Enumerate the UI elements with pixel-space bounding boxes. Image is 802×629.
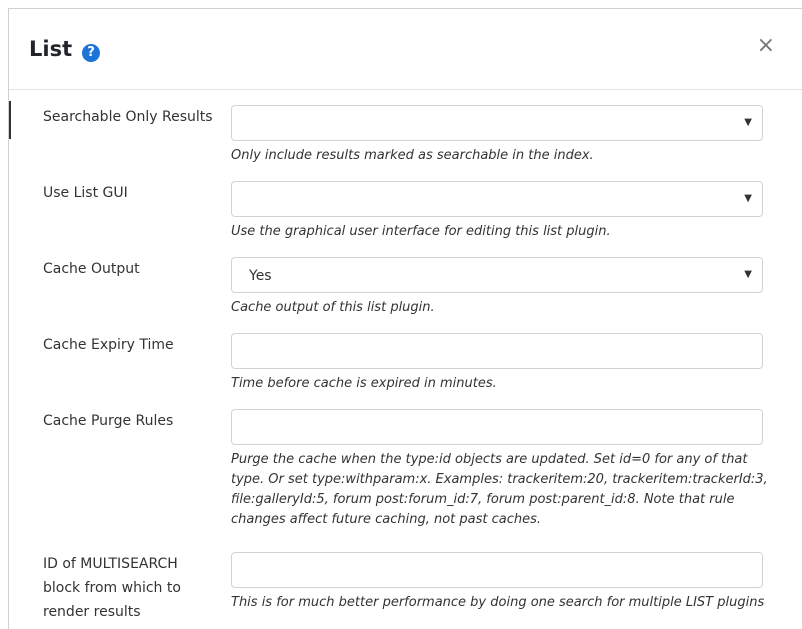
field-help-text: Cache output of this list plugin. — [231, 300, 435, 315]
help-icon[interactable]: ? — [82, 44, 100, 62]
multisearch-block-id-input[interactable] — [231, 552, 763, 588]
cache-output-select[interactable]: Yes ▼ — [231, 257, 763, 293]
field-label: Cache Output — [43, 261, 140, 277]
field-label: Searchable Only Results — [43, 109, 213, 125]
select-value: Yes — [249, 268, 272, 284]
field-label: ID of MULTISEARCH block from which to re… — [43, 556, 181, 620]
field-help-text: Time before cache is expired in minutes. — [231, 376, 497, 391]
cache-purge-rules-input[interactable] — [231, 409, 763, 445]
field-help-text: Purge the cache when the type:id objects… — [231, 452, 768, 527]
close-icon[interactable]: × — [757, 33, 775, 58]
left-edge-marker — [9, 101, 11, 139]
field-help-text: Use the graphical user interface for edi… — [231, 224, 611, 239]
chevron-down-icon: ▼ — [744, 269, 752, 280]
list-plugin-dialog: List ? × Searchable Only Results ▼ Only … — [8, 8, 802, 629]
dialog-title: List — [29, 37, 73, 61]
field-label: Cache Purge Rules — [43, 413, 174, 429]
field-label: Cache Expiry Time — [43, 337, 174, 353]
field-help-text: This is for much better performance by d… — [231, 595, 765, 610]
field-label: Use List GUI — [43, 185, 128, 201]
chevron-down-icon: ▼ — [744, 193, 752, 204]
dialog-header: List ? × — [9, 9, 802, 90]
chevron-down-icon: ▼ — [744, 117, 752, 128]
cache-expiry-time-input[interactable] — [231, 333, 763, 369]
use-list-gui-select[interactable]: ▼ — [231, 181, 763, 217]
field-help-text: Only include results marked as searchabl… — [231, 148, 594, 163]
searchable-only-results-select[interactable]: ▼ — [231, 105, 763, 141]
